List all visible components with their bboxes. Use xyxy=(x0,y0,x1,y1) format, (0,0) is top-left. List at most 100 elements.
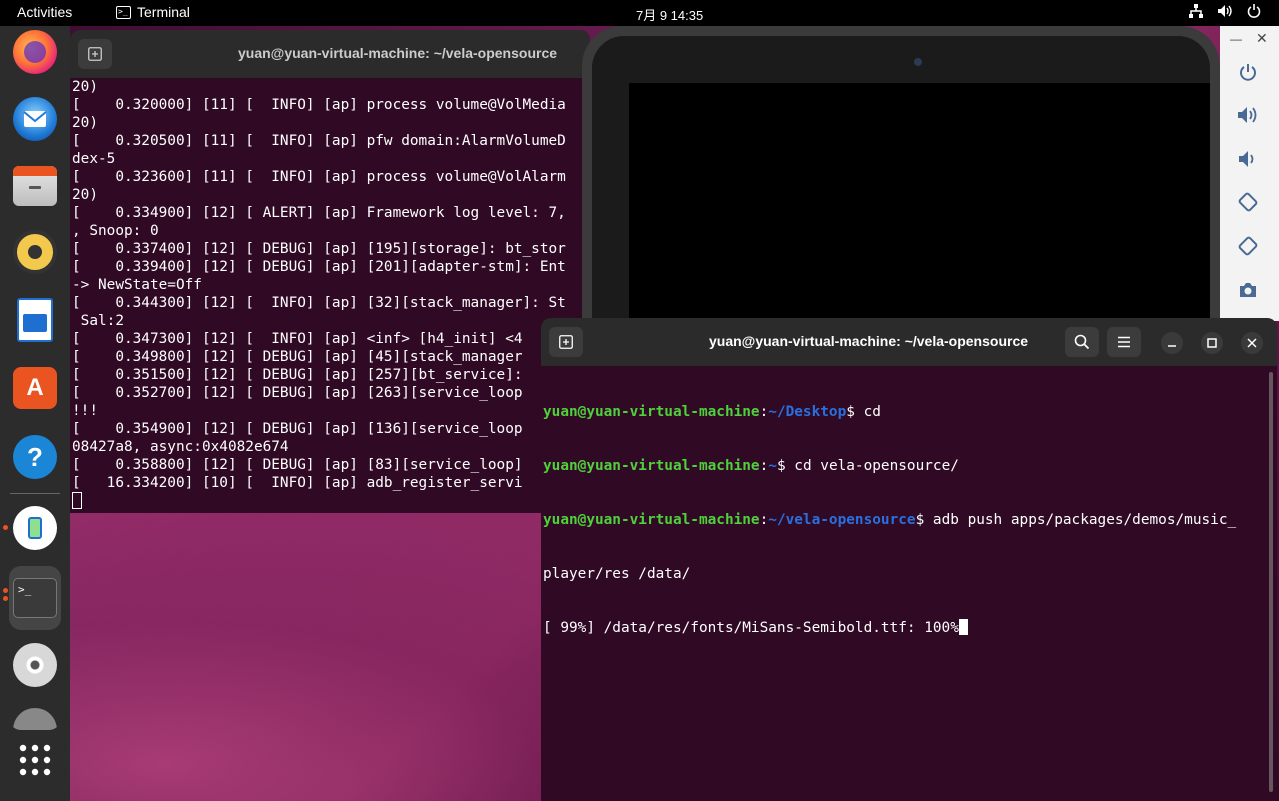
volume-up-button[interactable] xyxy=(1234,101,1262,129)
prompt-user: yuan@yuan-virtual-machine xyxy=(543,458,760,474)
files-launcher[interactable] xyxy=(9,160,61,212)
terminal-line: [ 0.354900] [12] [ DEBUG] [ap] [136][ser… xyxy=(72,421,523,437)
terminal-line: !!! xyxy=(72,403,98,419)
prompt-path: ~/vela-opensource xyxy=(768,512,916,528)
device-emulator[interactable] xyxy=(582,26,1220,331)
volume-icon xyxy=(1217,4,1233,21)
rotate-left-button[interactable] xyxy=(1234,188,1262,216)
trash-launcher[interactable] xyxy=(9,706,61,730)
search-button[interactable] xyxy=(1065,327,1099,357)
show-apps-icon xyxy=(19,744,51,776)
rhythmbox-icon xyxy=(13,230,57,274)
help-icon: ? xyxy=(13,435,57,479)
text-cursor xyxy=(958,619,968,635)
thunderbird-icon xyxy=(13,97,57,141)
terminal-output[interactable]: 20) [ 0.320000] [11] [ INFO] [ap] process… xyxy=(70,78,590,511)
window-title: yuan@yuan-virtual-machine: ~/vela-openso… xyxy=(709,333,1029,349)
wallpaper-glow xyxy=(70,620,540,801)
new-tab-button[interactable] xyxy=(549,327,583,357)
close-icon[interactable]: ✕ xyxy=(1256,30,1268,47)
power-icon xyxy=(1247,4,1261,21)
terminal-line xyxy=(72,492,590,511)
terminal-line: Sal:2 xyxy=(72,313,124,329)
show-apps-button[interactable] xyxy=(9,734,61,786)
terminal-line: -> NewState=Off xyxy=(72,277,202,293)
terminal-line: [ 0.334900] [12] [ ALERT] [ap] Framework… xyxy=(72,205,566,221)
prompt-path: ~ xyxy=(768,458,777,474)
thunderbird-launcher[interactable] xyxy=(9,93,61,145)
firefox-icon xyxy=(13,30,57,74)
running-indicator xyxy=(3,596,8,601)
clock[interactable]: 7月 9 14:35 xyxy=(636,5,703,24)
terminal-line: [ 0.358800] [12] [ DEBUG] [ap] [83][serv… xyxy=(72,457,523,473)
minimize-button[interactable] xyxy=(1161,332,1183,354)
terminal-launcher[interactable]: >_ xyxy=(9,566,61,630)
minimize-icon xyxy=(1168,345,1176,347)
scrollbar[interactable] xyxy=(1269,372,1273,792)
window-title: yuan@yuan-virtual-machine: ~/vela-openso… xyxy=(238,45,558,61)
terminal-window-front[interactable]: yuan@yuan-virtual-machine: ~/vela-openso… xyxy=(541,318,1277,801)
terminal-line: 20) xyxy=(72,187,98,203)
emulator-launcher[interactable] xyxy=(9,502,61,554)
maximize-icon xyxy=(1207,338,1217,348)
disc-icon xyxy=(13,643,57,687)
camera-dot xyxy=(914,58,922,66)
terminal-line: [ 0.320000] [11] [ INFO] [ap] process vo… xyxy=(72,97,566,113)
new-tab-icon xyxy=(88,47,102,61)
disc-launcher[interactable] xyxy=(9,639,61,691)
terminal-line: [ 16.334200] [10] [ INFO] [ap] adb_regis… xyxy=(72,475,523,491)
app-center-icon: A xyxy=(13,367,57,409)
command-text: cd vela-opensource/ xyxy=(785,458,959,474)
terminal-icon: >_ xyxy=(13,578,57,618)
rhythmbox-launcher[interactable] xyxy=(9,226,61,278)
window-titlebar[interactable]: yuan@yuan-virtual-machine: ~/vela-openso… xyxy=(541,318,1277,366)
terminal-line: dex-5 xyxy=(72,151,116,167)
terminal-line: [ 0.323600] [11] [ INFO] [ap] process vo… xyxy=(72,169,566,185)
libreoffice-writer-icon xyxy=(17,298,53,342)
terminal-line: player/res /data/ xyxy=(543,566,691,582)
close-button[interactable] xyxy=(1241,332,1263,354)
terminal-line: [ 0.320500] [11] [ INFO] [ap] pfw domain… xyxy=(72,133,566,149)
terminal-line: 08427a8, async:0x4082e674 xyxy=(72,439,289,455)
network-icon xyxy=(1189,4,1203,21)
new-tab-icon xyxy=(559,335,573,349)
dock: A ? >_ xyxy=(0,26,70,801)
screenshot-button[interactable] xyxy=(1234,276,1262,304)
volume-down-icon xyxy=(1239,151,1254,167)
text-cursor xyxy=(72,492,82,509)
writer-launcher[interactable] xyxy=(9,294,61,346)
maximize-button[interactable] xyxy=(1201,332,1223,354)
help-launcher[interactable]: ? xyxy=(9,431,61,483)
device-bezel xyxy=(592,36,1210,331)
activities-button[interactable]: Activities xyxy=(17,4,72,20)
close-icon xyxy=(1247,338,1257,348)
system-tray[interactable] xyxy=(1189,4,1261,21)
window-titlebar[interactable]: yuan@yuan-virtual-machine: ~/vela-openso… xyxy=(70,30,590,78)
terminal-line: 20) xyxy=(72,115,98,131)
terminal-line: [ 0.352700] [12] [ DEBUG] [ap] [263][ser… xyxy=(72,385,523,401)
trash-icon xyxy=(13,708,57,730)
rotate-left-icon xyxy=(1238,192,1258,212)
command-text: adb push apps/packages/demos/music_ xyxy=(924,512,1237,528)
menu-button[interactable] xyxy=(1107,327,1141,357)
minimize-icon[interactable]: — xyxy=(1230,32,1242,46)
terminal-line: , Snoop: 0 xyxy=(72,223,159,239)
rotate-right-button[interactable] xyxy=(1234,232,1262,260)
app-center-launcher[interactable]: A xyxy=(9,362,61,414)
firefox-launcher[interactable] xyxy=(9,26,61,78)
app-menu[interactable]: >_ Terminal xyxy=(116,4,190,20)
terminal-line: [ 99%] /data/res/fonts/MiSans-Semibold.t… xyxy=(543,619,1277,637)
prompt-user: yuan@yuan-virtual-machine xyxy=(543,512,760,528)
camera-icon xyxy=(1240,283,1256,297)
power-button[interactable] xyxy=(1234,58,1262,86)
terminal-line: 20) xyxy=(72,79,98,95)
terminal-window-back[interactable]: yuan@yuan-virtual-machine: ~/vela-openso… xyxy=(70,30,590,513)
emulator-icon xyxy=(13,506,57,550)
running-indicator xyxy=(3,588,8,593)
device-screen[interactable] xyxy=(629,83,1210,331)
app-name: Terminal xyxy=(137,4,190,20)
volume-down-button[interactable] xyxy=(1234,145,1262,173)
new-tab-button[interactable] xyxy=(78,39,112,69)
terminal-output[interactable]: yuan@yuan-virtual-machine:~/Desktop$ cd … xyxy=(541,366,1277,673)
power-icon xyxy=(1240,64,1256,81)
